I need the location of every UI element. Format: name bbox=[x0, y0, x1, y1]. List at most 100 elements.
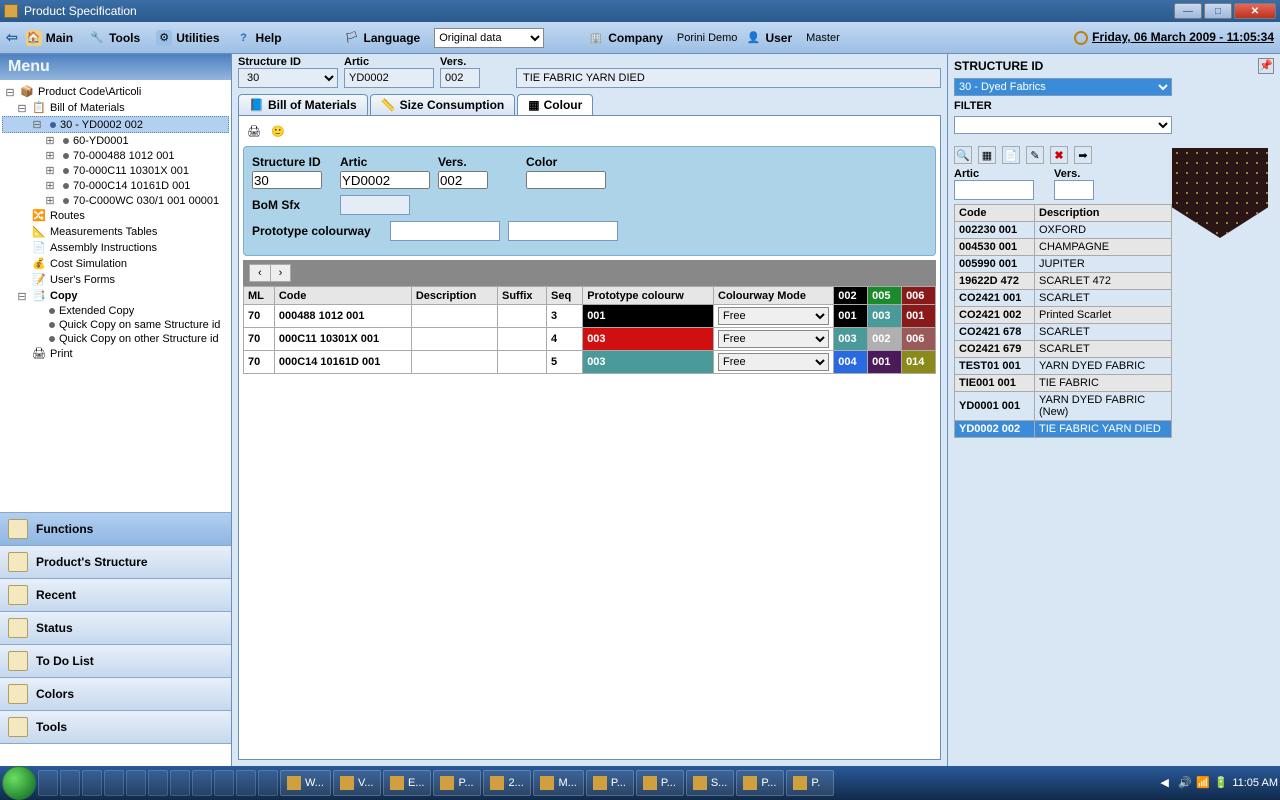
fabric-row[interactable]: 002230 001OXFORD bbox=[955, 222, 1172, 239]
close-button[interactable]: ✕ bbox=[1234, 3, 1276, 19]
table-icon[interactable]: ▦ bbox=[978, 146, 996, 164]
accordion-tools[interactable]: Tools bbox=[0, 711, 231, 744]
print-icon[interactable]: 🖨 bbox=[245, 122, 263, 140]
fabric-row[interactable]: TEST01 001YARN DYED FABRIC bbox=[955, 358, 1172, 375]
grid-header[interactable]: Colourway Mode bbox=[714, 287, 834, 305]
r-vers-input[interactable] bbox=[1054, 180, 1094, 200]
tree-item[interactable]: ⊞60-YD0001 bbox=[2, 133, 229, 148]
tree-bom-selected[interactable]: ⊟30 - YD0002 002 bbox=[2, 116, 229, 133]
tab-bom[interactable]: 📘Bill of Materials bbox=[238, 94, 368, 115]
edit-icon[interactable]: ✎ bbox=[1026, 146, 1044, 164]
tree-copy-item[interactable]: Quick Copy on other Structure id bbox=[2, 332, 229, 346]
nav-next[interactable]: › bbox=[271, 265, 291, 281]
tray-icon[interactable]: ◀ bbox=[1160, 776, 1174, 790]
tray-icon[interactable]: 🔋 bbox=[1214, 776, 1228, 790]
rgrid-code-hdr[interactable]: Code bbox=[955, 205, 1035, 222]
quicklaunch-10[interactable] bbox=[236, 770, 256, 796]
grid-colour-header[interactable]: 006 bbox=[902, 287, 936, 305]
grid-header[interactable]: Seq bbox=[547, 287, 583, 305]
taskbar-task[interactable]: P... bbox=[736, 770, 784, 796]
utilities-menu[interactable]: ⚙Utilities bbox=[154, 28, 227, 48]
accordion-to-do-list[interactable]: To Do List bbox=[0, 645, 231, 678]
hdr-artic-input[interactable] bbox=[344, 68, 434, 88]
r-artic-input[interactable] bbox=[954, 180, 1034, 200]
tree-copy[interactable]: ⊟📑Copy bbox=[2, 288, 229, 304]
quicklaunch-11[interactable] bbox=[258, 770, 278, 796]
quicklaunch-6[interactable] bbox=[148, 770, 168, 796]
r-struct-select[interactable]: 30 - Dyed Fabrics bbox=[954, 78, 1172, 96]
smiley-icon[interactable]: 🙂 bbox=[269, 122, 287, 140]
fabric-row[interactable]: 005990 001JUPITER bbox=[955, 256, 1172, 273]
grid-header[interactable]: ML bbox=[244, 287, 275, 305]
fabric-row[interactable]: CO2421 001SCARLET bbox=[955, 290, 1172, 307]
tray-icon[interactable]: 📶 bbox=[1196, 776, 1210, 790]
tree-forms[interactable]: 📝User's Forms bbox=[2, 272, 229, 288]
grid-header[interactable]: Code bbox=[274, 287, 411, 305]
colour-grid[interactable]: MLCodeDescriptionSuffixSeqPrototype colo… bbox=[243, 286, 936, 374]
tree-measurements[interactable]: 📐Measurements Tables bbox=[2, 224, 229, 240]
frm-proto-input1[interactable] bbox=[390, 221, 500, 241]
tree-copy-item[interactable]: Quick Copy on same Structure id bbox=[2, 318, 229, 332]
new-icon[interactable]: 📄 bbox=[1002, 146, 1020, 164]
tree-product-code[interactable]: ⊟📦Product Code\Articoli bbox=[2, 84, 229, 100]
fabric-row[interactable]: YD0002 002TIE FABRIC YARN DIED bbox=[955, 421, 1172, 438]
accordion-product-s-structure[interactable]: Product's Structure bbox=[0, 546, 231, 579]
grid-colour-header[interactable]: 005 bbox=[868, 287, 902, 305]
tree-item[interactable]: ⊞70-000488 1012 001 bbox=[2, 148, 229, 163]
fabric-row[interactable]: CO2421 678SCARLET bbox=[955, 324, 1172, 341]
tab-colour[interactable]: ▦Colour bbox=[517, 94, 593, 115]
grid-row[interactable]: 70000488 1012 0013 001 Free001003001 bbox=[244, 305, 936, 328]
hdr-vers-input[interactable] bbox=[440, 68, 480, 88]
grid-row[interactable]: 70000C11 10301X 0014 003 Free003002006 bbox=[244, 328, 936, 351]
binoculars-icon[interactable]: 🔍 bbox=[954, 146, 972, 164]
taskbar-task[interactable]: P... bbox=[586, 770, 634, 796]
accordion-recent[interactable]: Recent bbox=[0, 579, 231, 612]
fabric-row[interactable]: CO2421 002Printed Scarlet bbox=[955, 307, 1172, 324]
tools-menu[interactable]: 🔧Tools bbox=[87, 28, 148, 48]
accordion-colors[interactable]: Colors bbox=[0, 678, 231, 711]
grid-colour-header[interactable]: 002 bbox=[834, 287, 868, 305]
tray-clock[interactable]: 11:05 AM bbox=[1232, 777, 1278, 789]
tree-copy-item[interactable]: Extended Copy bbox=[2, 304, 229, 318]
frm-proto-input2[interactable] bbox=[508, 221, 618, 241]
quicklaunch-8[interactable] bbox=[192, 770, 212, 796]
export-icon[interactable]: ➡ bbox=[1074, 146, 1092, 164]
tree-item[interactable]: ⊞70-000C14 10161D 001 bbox=[2, 178, 229, 193]
grid-header[interactable]: Description bbox=[411, 287, 497, 305]
pin-icon[interactable]: 📌 bbox=[1258, 58, 1274, 74]
tree-routes[interactable]: 🔀Routes bbox=[2, 208, 229, 224]
mode-select[interactable]: Free bbox=[718, 307, 829, 325]
tree-bom[interactable]: ⊟📋Bill of Materials bbox=[2, 100, 229, 116]
tree-print[interactable]: 🖨Print bbox=[2, 346, 229, 362]
quicklaunch-5[interactable] bbox=[126, 770, 146, 796]
maximize-button[interactable]: □ bbox=[1204, 3, 1232, 19]
taskbar-task[interactable]: 2... bbox=[483, 770, 531, 796]
accordion-status[interactable]: Status bbox=[0, 612, 231, 645]
tab-size[interactable]: 📏Size Consumption bbox=[370, 94, 516, 115]
fabric-row[interactable]: 19622D 472SCARLET 472 bbox=[955, 273, 1172, 290]
grid-row[interactable]: 70000C14 10161D 0015 003 Free004001014 bbox=[244, 351, 936, 374]
quicklaunch-4[interactable] bbox=[104, 770, 124, 796]
quicklaunch-2[interactable] bbox=[60, 770, 80, 796]
navigation-tree[interactable]: ⊟📦Product Code\Articoli ⊟📋Bill of Materi… bbox=[0, 80, 231, 512]
accordion-functions[interactable]: Functions bbox=[0, 513, 231, 546]
fabric-row[interactable]: CO2421 679SCARLET bbox=[955, 341, 1172, 358]
taskbar-task[interactable]: P... bbox=[433, 770, 481, 796]
delete-icon[interactable]: ✖ bbox=[1050, 146, 1068, 164]
tree-item[interactable]: ⊞70-C000WC 030/1 001 00001 bbox=[2, 193, 229, 208]
fabric-list[interactable]: CodeDescription002230 001OXFORD004530 00… bbox=[954, 204, 1172, 438]
fabric-row[interactable]: 004530 001CHAMPAGNE bbox=[955, 239, 1172, 256]
fabric-row[interactable]: YD0001 001YARN DYED FABRIC (New) bbox=[955, 392, 1172, 421]
help-menu[interactable]: ?Help bbox=[234, 28, 290, 48]
taskbar-task[interactable]: S... bbox=[686, 770, 735, 796]
language-select[interactable]: Original data bbox=[434, 28, 544, 48]
mode-select[interactable]: Free bbox=[718, 353, 829, 371]
nav-prev[interactable]: ‹ bbox=[250, 265, 271, 281]
quicklaunch-3[interactable] bbox=[82, 770, 102, 796]
tree-assembly[interactable]: 📄Assembly Instructions bbox=[2, 240, 229, 256]
r-filter-select[interactable] bbox=[954, 116, 1172, 134]
mode-select[interactable]: Free bbox=[718, 330, 829, 348]
tree-item[interactable]: ⊞70-000C11 10301X 001 bbox=[2, 163, 229, 178]
main-menu[interactable]: 🏠Main bbox=[24, 28, 81, 48]
rgrid-desc-hdr[interactable]: Description bbox=[1035, 205, 1172, 222]
